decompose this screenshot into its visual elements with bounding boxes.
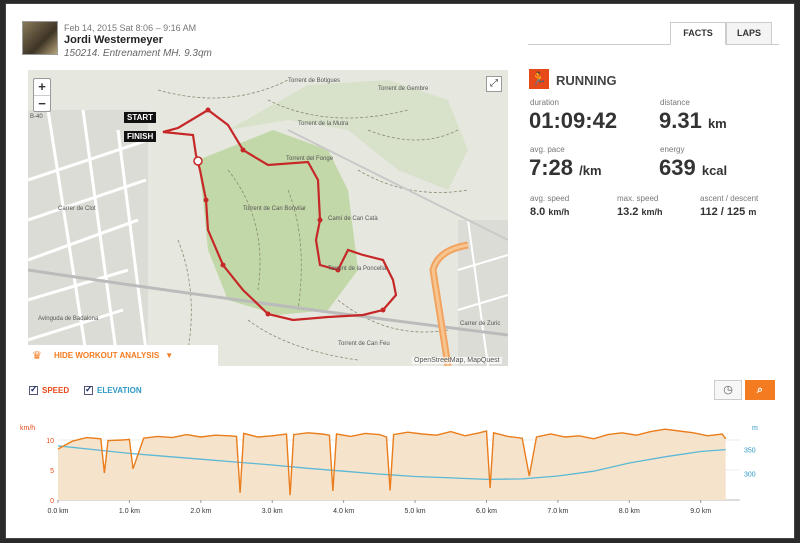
duration-label: duration [530,98,559,107]
x-tick-label: 1.0 km [119,508,140,515]
clock-icon: ◷ [723,384,733,396]
avg-speed-value: 8.0 km/h [530,206,570,218]
zoom-out-button[interactable]: − [34,95,50,111]
hide-workout-analysis-button[interactable]: ♛ HIDE WORKOUT ANALYSIS ▼ [28,345,218,366]
y-right-tick-label: 300 [744,472,756,479]
duration-value: 01:09:42 [529,108,618,133]
workout-name: 150214. Entrenament MH. 9.3qm [64,48,212,59]
svg-text:Avinguda de Badalona: Avinguda de Badalona [38,316,99,322]
speed-legend-toggle[interactable]: SPEED [29,384,70,395]
elevation-legend-label: ELEVATION [97,386,142,395]
svg-text:Torrent de Can Bonvilar: Torrent de Can Bonvilar [243,206,306,212]
ascent-descent-value: 112 / 125 m [700,206,757,218]
svg-text:B-40: B-40 [30,114,43,120]
y-right-axis-label: m [752,425,758,432]
x-tick-label: 3.0 km [262,508,283,515]
energy-label: energy [660,145,685,154]
svg-text:Torrent de la Mutra: Torrent de la Mutra [298,121,349,127]
avg-pace-value: 7:28 /km [529,155,602,180]
tab-facts[interactable]: FACTS [670,22,726,45]
fullscreen-icon[interactable]: ⤢ [486,76,502,92]
running-icon: 🏃 [529,69,549,89]
x-tick-label: 2.0 km [190,508,211,515]
finish-flag: FINISH [124,131,157,142]
x-tick-label: 6.0 km [476,508,497,515]
caret-down-icon: ▼ [165,351,174,360]
energy-value: 639 kcal [659,155,728,180]
speed-elevation-chart[interactable]: km/h 10 5 0 m 350 300 0.0 km 1.0 km 2.0 km 3.0 km 4… [18,418,780,522]
tab-laps[interactable]: LAPS [726,22,772,45]
zoom-in-button[interactable]: + [34,79,50,95]
crown-icon: ♛ [32,349,42,362]
park-area [198,130,358,315]
y-left-tick-label: 10 [46,438,54,445]
elevation-checkbox[interactable] [84,384,93,395]
distance-label: distance [660,98,690,107]
route-map[interactable]: Torrent de Botigues Torrent de Gembre To… [28,70,508,366]
magnifier-icon: ⌕ [756,384,764,396]
x-tick-label: 4.0 km [333,508,354,515]
max-speed-label: max. speed [617,194,659,203]
svg-text:Camí de Can Catà: Camí de Can Catà [328,216,378,222]
workout-date: Feb 14, 2015 Sat 8:06 – 9:16 AM [64,23,197,33]
svg-text:Torrent de Botigues: Torrent de Botigues [288,78,340,84]
elevation-legend-toggle[interactable]: ELEVATION [84,384,142,395]
svg-text:Torrent de la Poncella: Torrent de la Poncella [328,266,387,272]
x-tick-label: 0.0 km [47,508,68,515]
max-speed-value: 13.2 km/h [617,206,663,218]
athlete-name[interactable]: Jordi Westermeyer [64,34,163,46]
time-axis-button[interactable]: ◷ [714,380,742,400]
svg-text:Torrent de Can Feu: Torrent de Can Feu [338,341,390,347]
chart-zoom-button[interactable]: ⌕ [745,380,775,400]
svg-text:Carrer de Clot: Carrer de Clot [58,206,96,212]
hide-workout-analysis-label: HIDE WORKOUT ANALYSIS [54,351,160,360]
map-canvas: Torrent de Botigues Torrent de Gembre To… [28,78,508,366]
svg-text:Carrer de Zuric: Carrer de Zuric [460,321,500,327]
activity-type: RUNNING [556,73,617,88]
map-attribution[interactable]: OpenStreetMap, MapQuest [412,357,502,364]
speed-legend-label: SPEED [42,386,70,395]
start-flag: START [124,112,157,123]
y-left-tick-label: 5 [50,468,54,475]
svg-text:Torrent de Gembre: Torrent de Gembre [378,86,429,92]
y-right-tick-label: 350 [744,448,756,455]
x-tick-label: 5.0 km [405,508,426,515]
map-zoom-control: + − [33,78,51,112]
current-position-marker [193,156,203,166]
svg-text:Torrent del Fonge: Torrent del Fonge [286,156,334,162]
x-tick-label: 7.0 km [547,508,568,515]
y-left-axis-label: km/h [20,425,35,432]
x-tick-label: 8.0 km [619,508,640,515]
y-left-tick-label: 0 [50,498,54,505]
x-tick-label: 9.0 km [690,508,711,515]
avg-speed-label: avg. speed [530,194,570,203]
distance-value: 9.31 km [659,108,727,133]
ascent-descent-label: ascent / descent [700,194,759,203]
athlete-avatar[interactable] [22,21,58,55]
avg-pace-label: avg. pace [530,145,565,154]
speed-checkbox[interactable] [29,384,38,395]
